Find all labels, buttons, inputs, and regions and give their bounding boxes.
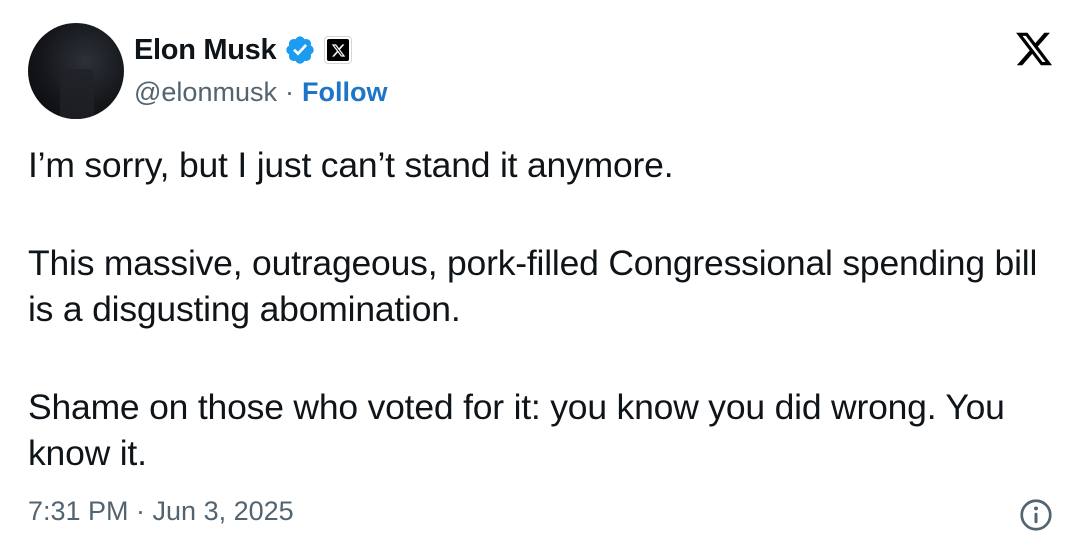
author-display-name[interactable]: Elon Musk [134,34,277,67]
tweet-paragraph: Shame on those who voted for it: you kno… [28,387,1015,473]
author-handle[interactable]: @elonmusk [134,77,277,108]
author-handle-row: @elonmusk · Follow [134,74,387,110]
tweet-text: I’m sorry, but I just can’t stand it any… [28,142,1068,476]
tweet-timestamp[interactable]: 7:31 PM · Jun 3, 2025 [28,496,294,527]
info-icon[interactable] [1018,497,1054,533]
x-logo-icon[interactable] [1012,29,1056,69]
tweet-paragraph: This massive, outrageous, pork-filled Co… [28,243,1047,329]
author-name-row: Elon Musk [134,30,353,70]
tweet-card: Elon Musk @elonmusk · Follow I’m sorry, … [0,0,1082,546]
tweet-paragraph: I’m sorry, but I just can’t stand it any… [28,145,674,185]
verified-badge-icon[interactable] [284,34,316,66]
avatar[interactable] [28,23,124,119]
separator-dot: · [284,76,294,107]
x-affiliate-badge-icon[interactable] [324,36,353,64]
follow-button[interactable]: Follow [302,77,387,108]
